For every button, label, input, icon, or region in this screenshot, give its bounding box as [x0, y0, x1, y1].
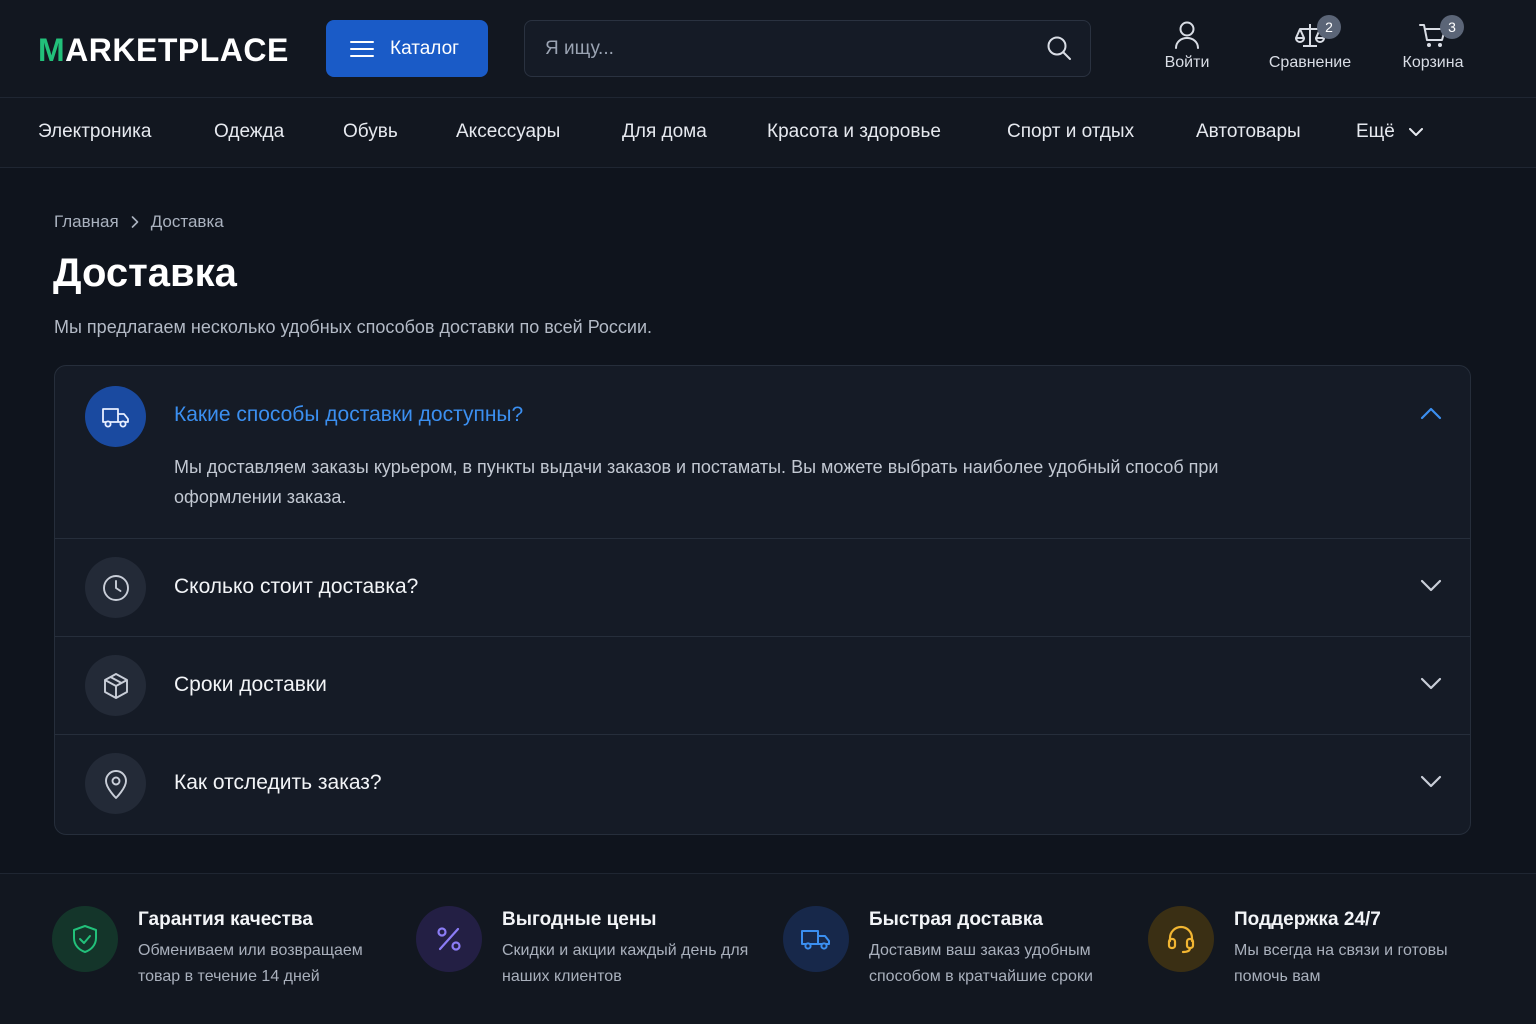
- faq-question[interactable]: Сколько стоит доставка?: [174, 574, 418, 600]
- feature-title: Гарантия качества: [138, 909, 313, 930]
- category-clothing[interactable]: Одежда: [214, 120, 284, 144]
- feature-desc: Доставим ваш заказ удобным способом в кр…: [869, 942, 1093, 985]
- chevron-right-icon: [131, 216, 139, 228]
- catalog-label: Каталог: [390, 37, 460, 59]
- compare-label: Сравнение: [1268, 54, 1352, 71]
- cart-count-badge: 3: [1440, 15, 1464, 39]
- category-sport[interactable]: Спорт и отдых: [1007, 120, 1134, 144]
- login-button[interactable]: Войти: [1132, 20, 1242, 80]
- search-box: [524, 20, 1091, 77]
- feature-title: Выгодные цены: [502, 909, 657, 930]
- chevron-down-icon[interactable]: [1420, 677, 1442, 691]
- faq-item-delivery-methods: Какие способы доставки доступны? Мы дост…: [55, 366, 1470, 539]
- search-input[interactable]: [545, 21, 1025, 76]
- location-pin-icon: [85, 753, 146, 814]
- page-subtitle: Мы предлагаем несколько удобных способов…: [54, 317, 653, 337]
- chevron-down-icon: [1408, 127, 1423, 137]
- search-icon[interactable]: [1046, 35, 1072, 61]
- feature-title: Поддержка 24/7: [1234, 909, 1381, 930]
- breadcrumb: Главная Доставка: [54, 211, 224, 233]
- category-more[interactable]: Ещё: [1356, 120, 1423, 144]
- compare-count-badge: 2: [1317, 15, 1341, 39]
- login-label: Войти: [1164, 54, 1210, 71]
- catalog-button[interactable]: Каталог: [326, 20, 488, 77]
- header: MARKETPLACE Каталог Войти 2 Сравнение 3 …: [0, 0, 1536, 98]
- category-auto[interactable]: Автотовары: [1196, 120, 1301, 144]
- truck-icon: [783, 906, 849, 972]
- faq-accordion: Какие способы доставки доступны? Мы дост…: [54, 365, 1471, 835]
- logo-letter: M: [38, 32, 66, 68]
- chevron-down-icon[interactable]: [1420, 579, 1442, 593]
- compare-button[interactable]: 2 Сравнение: [1255, 15, 1365, 80]
- faq-item-delivery-time[interactable]: Сроки доставки: [55, 637, 1470, 735]
- box-icon: [85, 655, 146, 716]
- more-label: Ещё: [1356, 121, 1395, 142]
- faq-question[interactable]: Сроки доставки: [174, 672, 327, 698]
- category-electronics[interactable]: Электроника: [38, 120, 151, 144]
- clock-icon: [85, 557, 146, 618]
- category-accessories[interactable]: Аксессуары: [456, 120, 560, 144]
- logo[interactable]: MARKETPLACE: [38, 30, 289, 70]
- cart-button[interactable]: 3 Корзина: [1378, 15, 1488, 80]
- faq-item-track-order[interactable]: Как отследить заказ?: [55, 735, 1470, 834]
- shield-check-icon: [52, 906, 118, 972]
- cart-label: Корзина: [1402, 54, 1464, 71]
- feature-desc: Мы всегда на связи и готовы помочь вам: [1234, 942, 1448, 985]
- breadcrumb-current: Доставка: [150, 212, 224, 231]
- headset-icon: [1148, 906, 1214, 972]
- menu-icon: [350, 40, 374, 58]
- breadcrumb-home[interactable]: Главная: [54, 211, 119, 233]
- page-title: Доставка: [53, 251, 237, 295]
- user-icon: [1173, 20, 1201, 50]
- faq-answer: Мы доставляем заказы курьером, в пункты …: [174, 457, 1219, 507]
- faq-question[interactable]: Как отследить заказ?: [174, 770, 382, 796]
- feature-desc: Скидки и акции каждый день для наших кли…: [502, 942, 749, 985]
- logo-text: ARKETPLACE: [65, 32, 289, 68]
- feature-title: Быстрая доставка: [869, 909, 1043, 930]
- category-home[interactable]: Для дома: [622, 120, 707, 144]
- faq-item-delivery-cost[interactable]: Сколько стоит доставка?: [55, 539, 1470, 637]
- scales-icon: 2: [1295, 15, 1341, 50]
- chevron-down-icon[interactable]: [1420, 775, 1442, 789]
- cart-icon: 3: [1418, 15, 1464, 50]
- truck-icon: [85, 386, 146, 447]
- feature-desc: Обмениваем или возвращаем товар в течени…: [138, 942, 363, 985]
- category-beauty[interactable]: Красота и здоровье: [767, 120, 941, 144]
- category-nav: Электроника Одежда Обувь Аксессуары Для …: [0, 98, 1536, 168]
- category-shoes[interactable]: Обувь: [343, 120, 398, 144]
- faq-question[interactable]: Какие способы доставки доступны?: [174, 402, 523, 428]
- features-bar: Гарантия качества Обмениваем или возвращ…: [0, 873, 1536, 1024]
- percent-icon: [416, 906, 482, 972]
- chevron-up-icon[interactable]: [1420, 406, 1442, 420]
